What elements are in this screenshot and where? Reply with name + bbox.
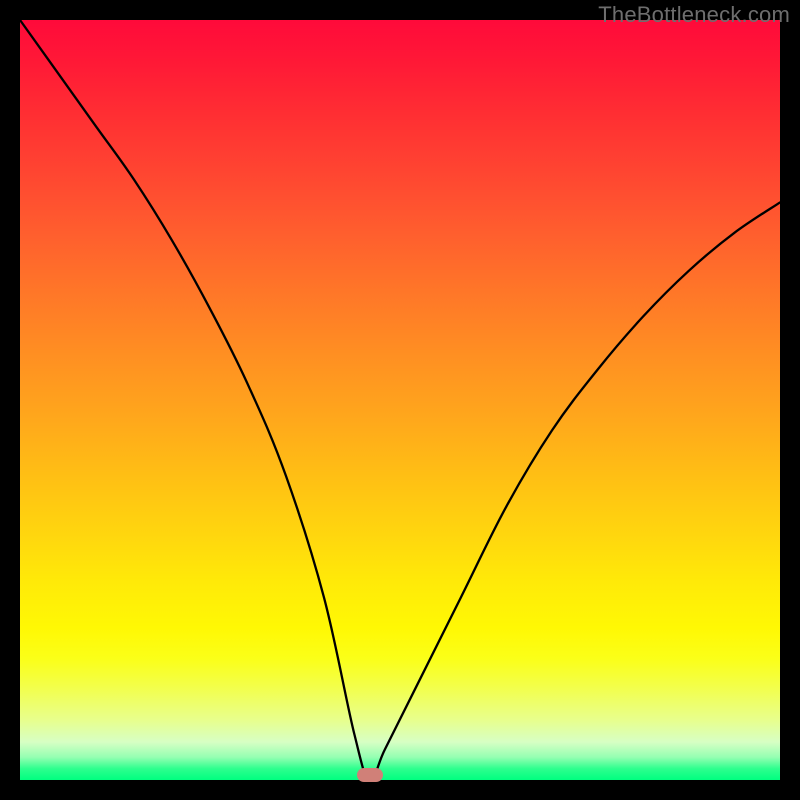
curve-svg	[20, 20, 780, 780]
plot-area	[20, 20, 780, 780]
minimum-marker	[357, 768, 383, 782]
bottleneck-chart: TheBottleneck.com	[0, 0, 800, 800]
bottleneck-curve-path	[20, 20, 780, 780]
watermark-text: TheBottleneck.com	[598, 2, 790, 28]
